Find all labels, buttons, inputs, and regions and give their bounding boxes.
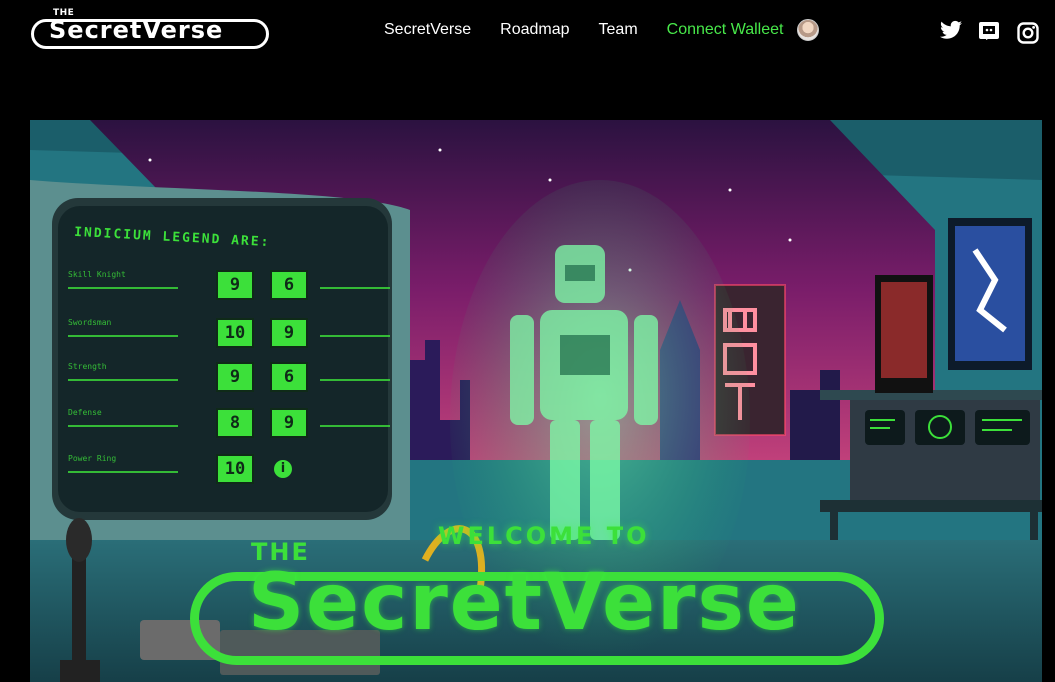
stat-line — [68, 379, 178, 381]
connect-wallet-link[interactable]: Connect Walleet — [667, 21, 784, 39]
stat-row: Power Ring 10 i — [68, 454, 388, 494]
stat-label: Defense — [68, 408, 102, 417]
nav-link-roadmap[interactable]: Roadmap — [500, 21, 569, 39]
stat-label: Strength — [68, 362, 107, 371]
user-avatar[interactable] — [797, 19, 820, 41]
stat-value-right: 6 — [270, 362, 308, 392]
hero-banner: INDICIUM LEGEND ARE: Skill Knight 9 6 Sw… — [30, 120, 1042, 682]
instagram-icon[interactable] — [1017, 22, 1039, 48]
info-icon: i — [274, 460, 292, 478]
stat-value-right: 6 — [270, 270, 308, 300]
main-nav: SecretVerse Roadmap Team Connect Walleet — [384, 18, 820, 42]
stat-line — [68, 471, 178, 473]
stat-line — [68, 335, 178, 337]
stat-value-left: 10 — [216, 318, 254, 348]
stat-value-right: 9 — [270, 318, 308, 348]
monitor-stats-panel: INDICIUM LEGEND ARE: Skill Knight 9 6 Sw… — [58, 208, 390, 508]
twitter-icon[interactable] — [940, 20, 962, 44]
stat-line — [320, 425, 390, 427]
stat-line — [320, 335, 390, 337]
nav-link-team[interactable]: Team — [599, 21, 638, 39]
stat-label: Swordsman — [68, 318, 112, 327]
monitor-heading: INDICIUM LEGEND ARE: — [73, 224, 271, 251]
stat-row: Swordsman 10 9 — [68, 318, 390, 358]
stat-value-left: 8 — [216, 408, 254, 438]
stat-line — [320, 379, 390, 381]
stat-value-left: 9 — [216, 270, 254, 300]
discord-icon[interactable] — [979, 22, 999, 44]
hero-logo-wordmark: SecretVerse — [248, 558, 801, 648]
welcome-text: WELCOME TO — [438, 522, 650, 550]
stat-row: Defense 8 9 — [68, 408, 390, 448]
stat-label: Skill Knight — [68, 270, 126, 279]
site-logo[interactable]: THE SecretVerse — [31, 6, 273, 54]
stat-label: Power Ring — [68, 454, 117, 463]
stat-line — [68, 287, 178, 289]
stat-line — [320, 287, 390, 289]
stat-value-right: 9 — [270, 408, 308, 438]
stat-line — [68, 425, 178, 427]
stat-row: Strength 9 6 — [68, 362, 390, 402]
logo-wordmark: SecretVerse — [49, 16, 224, 44]
stat-row: Skill Knight 9 6 — [68, 270, 390, 310]
stat-value-left: 9 — [216, 362, 254, 392]
nav-link-secretverse[interactable]: SecretVerse — [384, 21, 471, 39]
stat-value-left: 10 — [216, 454, 254, 484]
